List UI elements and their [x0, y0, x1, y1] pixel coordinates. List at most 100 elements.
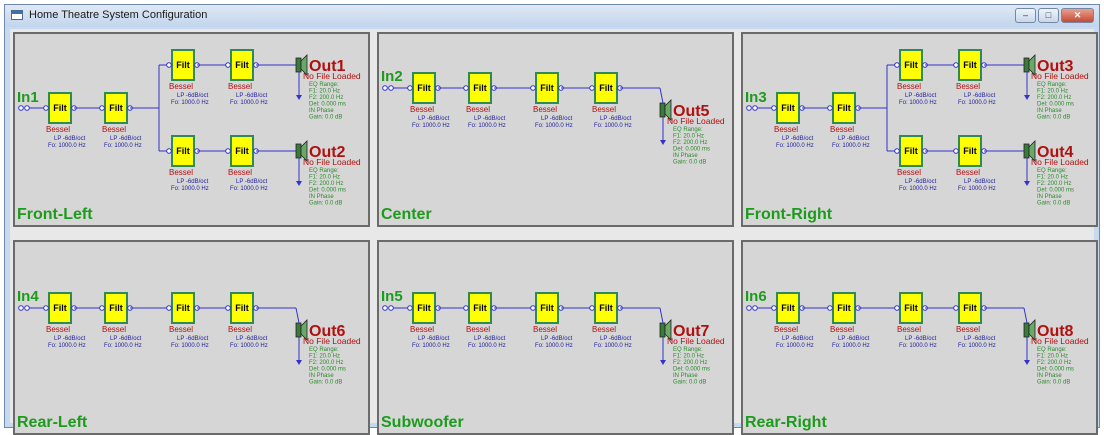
- filter-block[interactable]: Filt Bessel LP -6dB/octFo: 1000.0 Hz: [43, 292, 86, 349]
- filter-block[interactable]: Filt Bessel LP -6dB/octFo: 1000.0 Hz: [225, 49, 268, 106]
- panel-front-left[interactable]: In1 Filt Bessel LP -6dB/oct Fo: 1000.0 Hz Fil…: [13, 32, 370, 227]
- filter-block[interactable]: Filt Bessel LP -6dB/octFo: 1000.0 Hz: [530, 72, 573, 129]
- filter-block[interactable]: Filt Bessel LP -6dB/octFo: 1000.0 Hz: [589, 72, 632, 129]
- filter-block[interactable]: Filt Bessel LP -6dB/octFo: 1000.0 Hz: [827, 292, 870, 349]
- routing-diagram[interactable]: In1FiltBesselLP -6dB/octFo: 1000.0 HzFil…: [15, 34, 368, 225]
- filter-block[interactable]: Filt Bessel LP -6dB/octFo: 1000.0 Hz: [953, 135, 996, 192]
- filter-block[interactable]: Filt Bessel LP -6dB/octFo: 1000.0 Hz: [827, 92, 870, 149]
- panel-center[interactable]: In2 Filt Bessel LP -6dB/oct Fo: 1000.0 Hz Fil…: [377, 32, 734, 227]
- routing-diagram[interactable]: In5FiltBesselLP -6dB/octFo: 1000.0 HzFil…: [379, 242, 732, 433]
- input-pin[interactable]: [382, 305, 388, 311]
- filter-input-pin[interactable]: [953, 305, 959, 311]
- filter-block[interactable]: Filt Bessel LP -6dB/octFo: 1000.0 Hz: [894, 49, 937, 106]
- output-out2[interactable]: Out2No File LoadedEQ Range:F1: 20.0 HzF2…: [295, 140, 361, 207]
- filter-block[interactable]: Filt Bessel LP -6dB/octFo: 1000.0 Hz: [43, 92, 86, 149]
- output-out4[interactable]: Out4No File LoadedEQ Range:F1: 20.0 HzF2…: [1023, 140, 1089, 207]
- input-pin[interactable]: [24, 305, 30, 311]
- close-button[interactable]: ✕: [1061, 8, 1094, 23]
- filter-input-pin[interactable]: [530, 305, 536, 311]
- filter-block[interactable]: Filt Bessel LP -6dB/octFo: 1000.0 Hz: [589, 292, 632, 349]
- filter-label: Filt: [176, 303, 190, 313]
- input-pin[interactable]: [752, 105, 758, 111]
- filter-input-pin[interactable]: [166, 62, 172, 68]
- filter-input-pin[interactable]: [953, 62, 959, 68]
- filter-block[interactable]: Filt Bessel LP -6dB/octFo: 1000.0 Hz: [225, 292, 268, 349]
- output-param: Del: 0.000 ms: [309, 367, 346, 373]
- input-pin[interactable]: [752, 305, 758, 311]
- filter-block[interactable]: Filt Bessel LP -6dB/octFo: 1000.0 Hz: [225, 135, 268, 192]
- filter-block[interactable]: Filt Bessel LP -6dB/octFo: 1000.0 Hz: [894, 135, 937, 192]
- filter-block[interactable]: Filt Bessel LP -6dB/octFo: 1000.0 Hz: [894, 292, 937, 349]
- maximize-button[interactable]: □: [1038, 8, 1059, 23]
- minimize-button[interactable]: –: [1015, 8, 1036, 23]
- input-pin[interactable]: [746, 105, 752, 111]
- filter-input-pin[interactable]: [463, 85, 469, 91]
- filter-block[interactable]: Filt Bessel LP -6dB/octFo: 1000.0 Hz: [771, 292, 814, 349]
- filter-input-pin[interactable]: [530, 85, 536, 91]
- input-pin[interactable]: [18, 105, 24, 111]
- filter-input-pin[interactable]: [827, 305, 833, 311]
- filter-block[interactable]: Filt Bessel LP -6dB/octFo: 1000.0 Hz: [953, 49, 996, 106]
- filter-block[interactable]: Filt Bessel LP -6dB/octFo: 1000.0 Hz: [99, 292, 142, 349]
- filter-input-pin[interactable]: [43, 305, 49, 311]
- filter-input-pin[interactable]: [407, 85, 413, 91]
- filter-input-pin[interactable]: [771, 105, 777, 111]
- input-pin[interactable]: [388, 305, 394, 311]
- filter-input-pin[interactable]: [953, 148, 959, 154]
- filter-input-pin[interactable]: [407, 305, 413, 311]
- filter-input-pin[interactable]: [894, 148, 900, 154]
- filter-input-pin[interactable]: [99, 105, 105, 111]
- filter-slope-label: LP -6dB/oct: [177, 336, 209, 342]
- filter-input-pin[interactable]: [771, 305, 777, 311]
- filter-input-pin[interactable]: [225, 305, 231, 311]
- panel-subwoofer[interactable]: In5 Filt Bessel LP -6dB/oct Fo: 1000.0 Hz Fil…: [377, 240, 734, 435]
- filter-block[interactable]: Filt Bessel LP -6dB/octFo: 1000.0 Hz: [99, 92, 142, 149]
- panel-front-right[interactable]: In3 Filt Bessel LP -6dB/oct Fo: 1000.0 Hz Fil…: [741, 32, 1098, 227]
- filter-block[interactable]: Filt Bessel LP -6dB/octFo: 1000.0 Hz: [166, 49, 209, 106]
- input-pin[interactable]: [388, 85, 394, 91]
- panel-rear-right[interactable]: In6 Filt Bessel LP -6dB/oct Fo: 1000.0 Hz Fil…: [741, 240, 1098, 435]
- filter-input-pin[interactable]: [827, 105, 833, 111]
- input-pin[interactable]: [18, 305, 24, 311]
- filter-block[interactable]: Filt Bessel LP -6dB/octFo: 1000.0 Hz: [166, 292, 209, 349]
- filter-input-pin[interactable]: [463, 305, 469, 311]
- input-pin[interactable]: [746, 305, 752, 311]
- routing-diagram[interactable]: In3FiltBesselLP -6dB/octFo: 1000.0 HzFil…: [743, 34, 1096, 225]
- filter-block[interactable]: Filt Bessel LP -6dB/octFo: 1000.0 Hz: [463, 292, 506, 349]
- filter-type-label: Bessel: [410, 105, 434, 114]
- filter-input-pin[interactable]: [589, 85, 595, 91]
- output-out5[interactable]: Out5No File LoadedEQ Range:F1: 20.0 HzF2…: [659, 99, 725, 166]
- filter-input-pin[interactable]: [589, 305, 595, 311]
- filter-input-pin[interactable]: [894, 62, 900, 68]
- filter-frequency-label: Fo: 1000.0 Hz: [899, 100, 937, 106]
- filter-input-pin[interactable]: [99, 305, 105, 311]
- output-param: IN Phase: [1037, 373, 1062, 379]
- filter-input-pin[interactable]: [43, 105, 49, 111]
- input-pin[interactable]: [24, 105, 30, 111]
- filter-input-pin[interactable]: [166, 305, 172, 311]
- output-out6[interactable]: Out6No File LoadedEQ Range:F1: 20.0 HzF2…: [295, 319, 361, 386]
- filter-block[interactable]: Filt Bessel LP -6dB/octFo: 1000.0 Hz: [530, 292, 573, 349]
- output-param: EQ Range:: [1037, 168, 1067, 174]
- output-out8[interactable]: Out8No File LoadedEQ Range:F1: 20.0 HzF2…: [1023, 319, 1089, 386]
- filter-input-pin[interactable]: [225, 62, 231, 68]
- output-out7[interactable]: Out7No File LoadedEQ Range:F1: 20.0 HzF2…: [659, 319, 725, 386]
- input-pin[interactable]: [382, 85, 388, 91]
- filter-block[interactable]: Filt Bessel LP -6dB/octFo: 1000.0 Hz: [953, 292, 996, 349]
- filter-input-pin[interactable]: [225, 148, 231, 154]
- filter-input-pin[interactable]: [166, 148, 172, 154]
- filter-label: Filt: [473, 303, 487, 313]
- filter-block[interactable]: Filt Bessel LP -6dB/octFo: 1000.0 Hz: [407, 292, 450, 349]
- filter-block[interactable]: Filt Bessel LP -6dB/octFo: 1000.0 Hz: [407, 72, 450, 129]
- routing-diagram[interactable]: In6FiltBesselLP -6dB/octFo: 1000.0 HzFil…: [743, 242, 1096, 433]
- filter-block[interactable]: Filt Bessel LP -6dB/octFo: 1000.0 Hz: [166, 135, 209, 192]
- routing-diagram[interactable]: In2FiltBesselLP -6dB/octFo: 1000.0 HzFil…: [379, 34, 732, 225]
- filter-input-pin[interactable]: [894, 305, 900, 311]
- filter-slope-label: LP -6dB/oct: [474, 336, 506, 342]
- panel-rear-left[interactable]: In4 Filt Bessel LP -6dB/oct Fo: 1000.0 Hz Fil…: [13, 240, 370, 435]
- filter-block[interactable]: Filt Bessel LP -6dB/octFo: 1000.0 Hz: [771, 92, 814, 149]
- filter-block[interactable]: Filt Bessel LP -6dB/octFo: 1000.0 Hz: [463, 72, 506, 129]
- output-out3[interactable]: Out3No File LoadedEQ Range:F1: 20.0 HzF2…: [1023, 54, 1089, 121]
- routing-diagram[interactable]: In4FiltBesselLP -6dB/octFo: 1000.0 HzFil…: [15, 242, 368, 433]
- output-out1[interactable]: Out1No File LoadedEQ Range:F1: 20.0 HzF2…: [295, 54, 361, 121]
